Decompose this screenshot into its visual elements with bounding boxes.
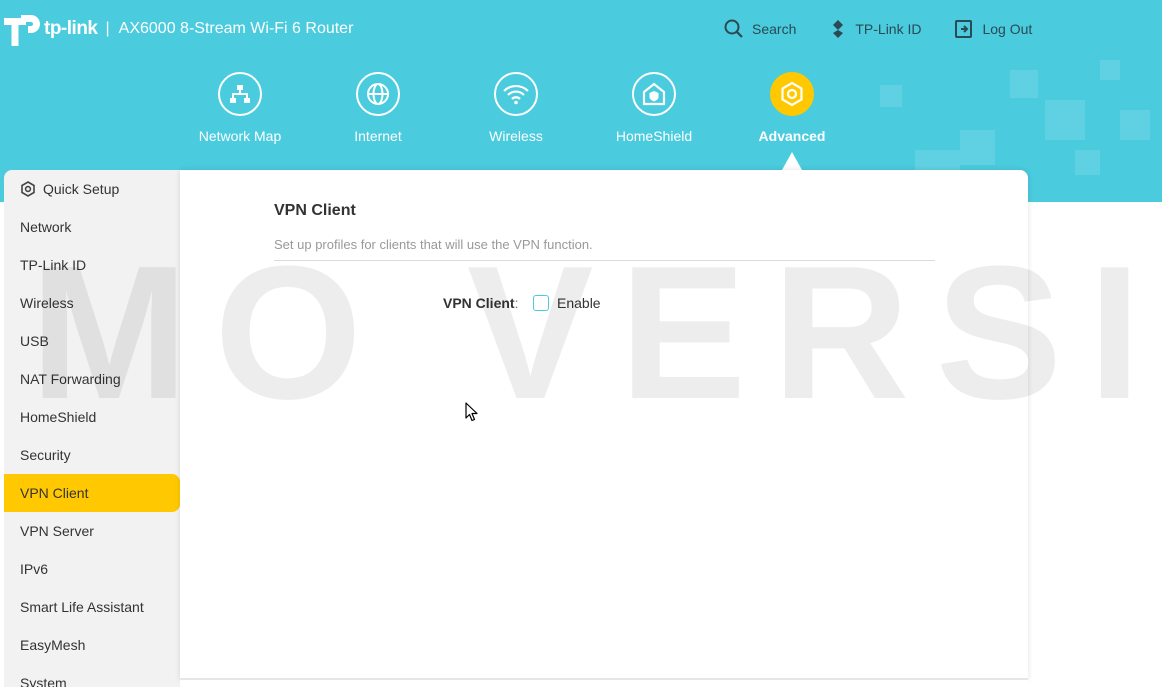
sidebar-item-vpn-server[interactable]: VPN Server	[4, 512, 180, 550]
field-label-text: VPN Client	[443, 295, 515, 311]
content-panel: VPN Client Set up profiles for clients t…	[180, 170, 1028, 680]
sidebar-item-label: Smart Life Assistant	[20, 599, 144, 615]
sidebar-item-homeshield[interactable]: HomeShield	[4, 398, 180, 436]
tplink-logo-icon	[4, 12, 42, 46]
sidebar-item-network[interactable]: Network	[4, 208, 180, 246]
mouse-pointer-icon	[465, 402, 478, 422]
tplink-id-button[interactable]: TP-Link ID	[829, 19, 921, 39]
section-divider	[274, 260, 935, 261]
nav-advanced[interactable]: Advanced	[722, 72, 862, 144]
panel-bottom-edge	[180, 678, 1028, 687]
nav-label-homeshield: HomeShield	[615, 128, 693, 144]
tplink-id-label: TP-Link ID	[855, 21, 922, 37]
field-label-colon: :	[514, 295, 519, 311]
tplink-logo[interactable]: tp-link | AX6000 8-Stream Wi-Fi 6 Router	[4, 12, 353, 46]
nav-homeshield[interactable]: HomeShield	[584, 72, 724, 144]
nav-label-advanced: Advanced	[758, 128, 826, 144]
header-separator: |	[105, 20, 110, 37]
search-button[interactable]: Search	[724, 19, 796, 39]
sidebar-item-wireless[interactable]: Wireless	[4, 284, 180, 322]
sidebar-item-label: Network	[20, 219, 72, 235]
nav-network-map[interactable]: Network Map	[170, 72, 310, 144]
page-description: Set up profiles for clients that will us…	[274, 237, 593, 252]
network-map-icon	[218, 72, 262, 116]
sidebar-item-system[interactable]: System	[4, 664, 180, 687]
active-tab-pointer	[782, 152, 802, 170]
sidebar-item-label: USB	[20, 333, 49, 349]
main-nav: Network Map Internet Wireless HomeShield…	[0, 72, 1162, 172]
gear-icon	[770, 72, 814, 116]
homeshield-icon	[632, 72, 676, 116]
page-title: VPN Client	[274, 202, 356, 219]
nav-wireless[interactable]: Wireless	[446, 72, 586, 144]
sidebar-item-label: TP-Link ID	[20, 257, 87, 273]
vpn-client-field-label: VPN Client:	[443, 295, 518, 311]
sidebar-item-label: EasyMesh	[20, 637, 86, 653]
nav-label-internet: Internet	[354, 128, 402, 144]
sidebar-item-label: VPN Server	[20, 523, 94, 539]
sidebar-item-label: System	[20, 675, 67, 687]
gear-icon	[21, 181, 35, 197]
sidebar-item-security[interactable]: Security	[4, 436, 180, 474]
router-model: AX6000 8-Stream Wi-Fi 6 Router	[118, 20, 354, 37]
brand-name: tp-link	[44, 18, 98, 39]
sidebar-item-label: Security	[20, 447, 71, 463]
globe-icon	[356, 72, 400, 116]
sidebar-item-label: HomeShield	[20, 409, 97, 425]
enable-checkbox-label[interactable]: Enable	[557, 295, 601, 311]
sidebar-item-ipv6[interactable]: IPv6	[4, 550, 180, 588]
sidebar-item-label: VPN Client	[20, 485, 89, 501]
tplink-id-icon	[833, 20, 844, 38]
logout-icon	[955, 20, 973, 38]
search-label: Search	[752, 21, 797, 37]
sidebar-item-smart-life-assistant[interactable]: Smart Life Assistant	[4, 588, 180, 626]
sidebar-item-label: Wireless	[20, 295, 74, 311]
sidebar-item-label: Quick Setup	[43, 181, 120, 197]
logout-button[interactable]: Log Out	[954, 19, 1032, 39]
nav-internet[interactable]: Internet	[308, 72, 448, 144]
sidebar-item-label: IPv6	[20, 561, 49, 577]
sidebar-item-tplink-id[interactable]: TP-Link ID	[4, 246, 180, 284]
search-icon	[724, 19, 743, 38]
nav-label-wireless: Wireless	[489, 128, 543, 144]
sidebar-item-usb[interactable]: USB	[4, 322, 180, 360]
sidebar-item-easymesh[interactable]: EasyMesh	[4, 626, 180, 664]
sidebar-item-nat-forwarding[interactable]: NAT Forwarding	[4, 360, 180, 398]
logout-label: Log Out	[982, 21, 1033, 37]
sidebar-item-quick-setup[interactable]: Quick Setup	[4, 170, 180, 208]
nav-label-network-map: Network Map	[198, 128, 282, 144]
top-links: Search TP-Link ID Log Out	[724, 19, 1065, 39]
wifi-icon	[494, 72, 538, 116]
sidebar: Quick Setup Network TP-Link ID Wireless …	[4, 170, 180, 687]
sidebar-item-label: NAT Forwarding	[20, 371, 121, 387]
vpn-client-enable-checkbox[interactable]	[533, 295, 549, 311]
sidebar-item-vpn-client[interactable]: VPN Client	[4, 474, 180, 512]
